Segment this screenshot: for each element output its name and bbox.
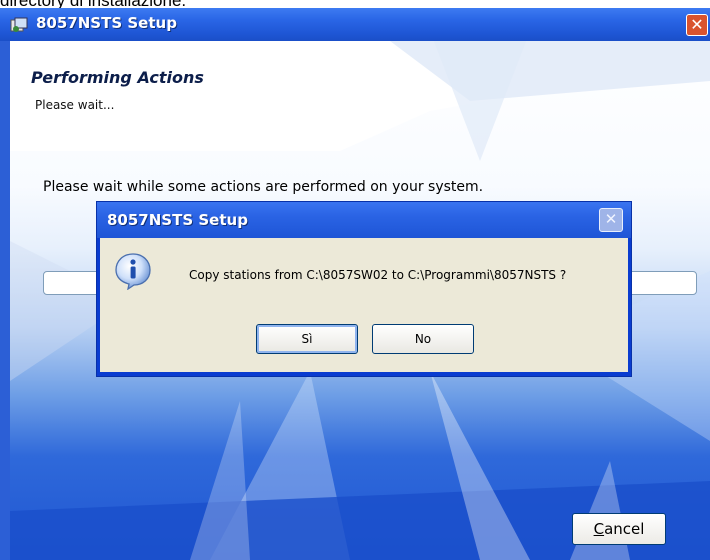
cancel-label: ancel (604, 520, 645, 538)
header-subtitle: Please wait... (35, 98, 115, 112)
information-icon (115, 253, 151, 290)
message-dialog: 8057NSTS Setup ✕ Copy stations from C:\8… (96, 201, 632, 377)
close-icon: ✕ (604, 210, 618, 228)
status-message: Please wait while some actions are perfo… (43, 179, 484, 195)
yes-button[interactable]: Sì (256, 324, 358, 354)
dialog-title: 8057NSTS Setup (107, 211, 248, 229)
setup-app-icon (10, 17, 28, 32)
dialog-titlebar[interactable]: 8057NSTS Setup ✕ (97, 202, 631, 238)
cancel-accelerator: C (593, 520, 605, 538)
window-titlebar[interactable]: 8057NSTS Setup ✕ (0, 8, 710, 41)
dialog-close-button[interactable]: ✕ (599, 208, 623, 232)
dialog-body: Copy stations from C:\8057SW02 to C:\Pro… (100, 238, 628, 372)
close-icon: ✕ (690, 15, 704, 34)
close-button[interactable]: ✕ (686, 14, 708, 36)
window-title: 8057NSTS Setup (36, 14, 177, 32)
no-button[interactable]: No (372, 324, 474, 354)
header-title: Performing Actions (31, 68, 204, 87)
dialog-message: Copy stations from C:\8057SW02 to C:\Pro… (189, 268, 567, 282)
cancel-button[interactable]: Cancel (572, 513, 666, 545)
